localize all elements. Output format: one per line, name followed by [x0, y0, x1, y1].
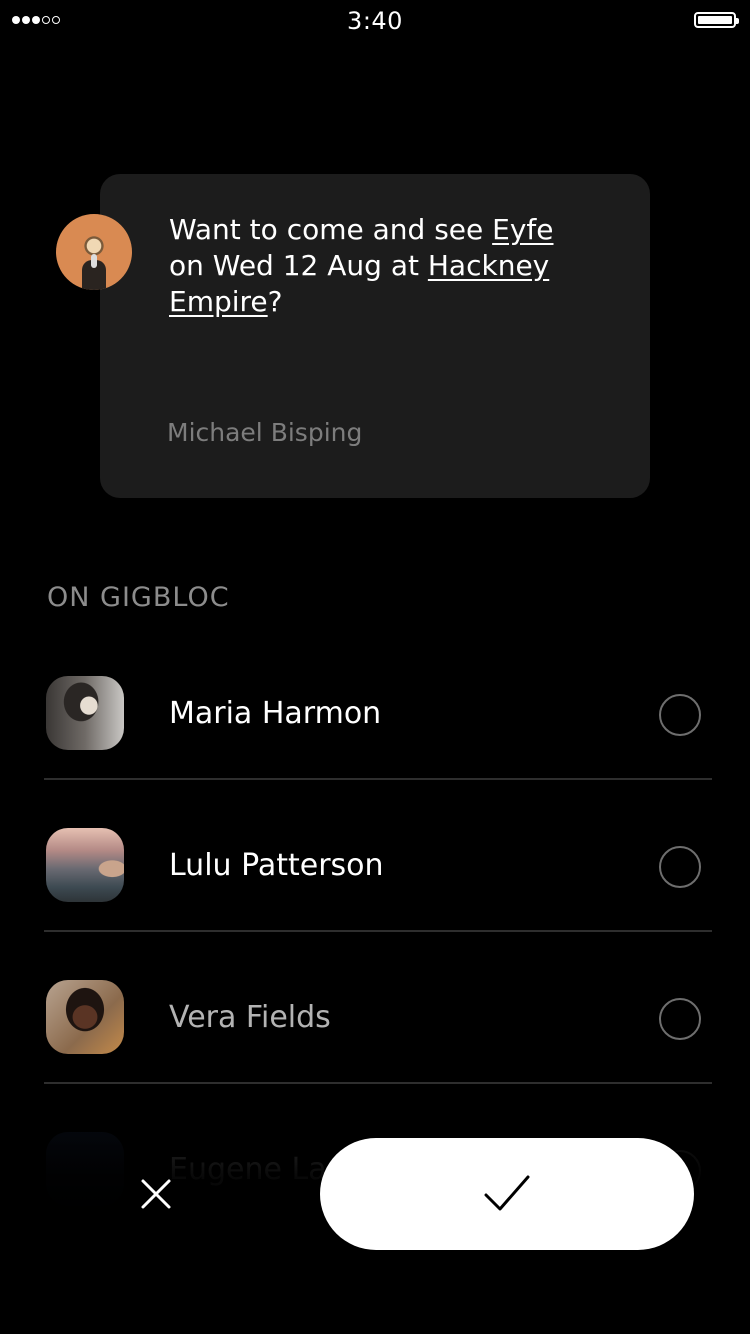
dismiss-button[interactable] [126, 1164, 186, 1224]
contact-name: Vera Fields [169, 1000, 331, 1035]
close-icon [141, 1179, 171, 1209]
screen: 3:40 Want to come and see Eyfe on Wed 12… [0, 0, 750, 1334]
accept-button[interactable] [320, 1138, 694, 1250]
event-date: Wed 12 Aug [212, 249, 382, 282]
section-heading: ON GIGBLOC [47, 582, 230, 613]
avatar [46, 980, 124, 1054]
contact-name: Lulu Patterson [169, 848, 384, 883]
contact-row[interactable]: Vera Fields [44, 932, 712, 1084]
avatar [46, 1132, 124, 1206]
select-checkbox[interactable] [659, 694, 701, 736]
status-bar: 3:40 [0, 0, 750, 40]
invite-message: Want to come and see Eyfe on Wed 12 Aug … [169, 213, 554, 318]
artist-link[interactable]: Eyfe [492, 213, 553, 246]
select-checkbox[interactable] [659, 846, 701, 888]
select-checkbox[interactable] [659, 998, 701, 1040]
contact-name: Eugene La [169, 1152, 327, 1187]
status-time: 3:40 [347, 7, 403, 35]
avatar [46, 676, 124, 750]
sender-name: Michael Bisping [167, 418, 363, 447]
battery-icon [694, 12, 739, 28]
avatar [46, 828, 124, 902]
contact-name: Maria Harmon [169, 696, 382, 731]
sender-avatar[interactable] [56, 214, 132, 290]
contact-row[interactable]: Lulu Patterson [44, 780, 712, 932]
checkmark-icon [484, 1175, 530, 1211]
contact-row[interactable]: Maria Harmon [44, 628, 712, 780]
